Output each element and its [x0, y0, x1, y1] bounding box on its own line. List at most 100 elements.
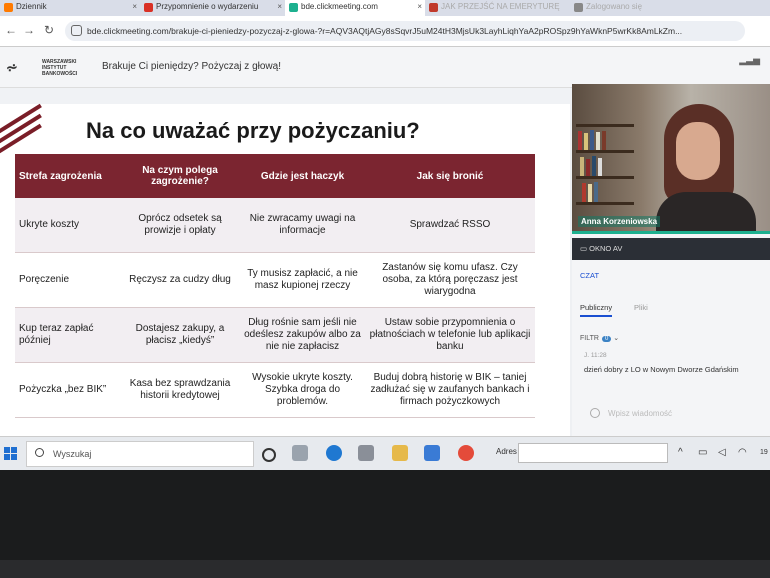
- url-field[interactable]: bde.clickmeeting.com/brakuje-ci-pieniedz…: [65, 21, 745, 41]
- wifi-icon[interactable]: ◠: [738, 447, 747, 458]
- close-icon[interactable]: ×: [277, 0, 282, 14]
- table-cell: Dostajesz zakupy, a płacisz „kiedyś”: [120, 307, 240, 363]
- tab-przypomnienie[interactable]: Przypomnienie o wydarzeniu ×: [140, 0, 285, 16]
- table-cell: Wysokie ukryte koszty. Szybka droga do p…: [240, 362, 365, 418]
- file-explorer-icon[interactable]: [392, 445, 408, 461]
- table-cell: Ustaw sobie przypomnienia o płatnościach…: [365, 307, 535, 363]
- mail-icon[interactable]: [424, 445, 440, 461]
- tab-emerytura[interactable]: JAK PRZEJŚĆ NA EMERYTURĘ: [425, 0, 570, 16]
- presenter-video[interactable]: Anna Korzeniowska: [572, 84, 770, 234]
- browser-tab-bar: Dziennik × Przypomnienie o wydarzeniu × …: [0, 0, 770, 16]
- volume-icon[interactable]: ◁: [718, 447, 726, 458]
- tab-clickmeeting[interactable]: bde.clickmeeting.com ×: [285, 0, 425, 16]
- table-cell: Oprócz odsetek są prowizje i opłaty: [120, 198, 240, 253]
- laptop-bezel: [0, 470, 770, 578]
- windows-start-icon[interactable]: [4, 447, 18, 461]
- clickmeeting-icon: [289, 3, 298, 12]
- address-bar-row: ← → ↻ bde.clickmeeting.com/brakuje-ci-pi…: [0, 16, 770, 47]
- network-icon[interactable]: ▭: [698, 447, 707, 458]
- chat-header[interactable]: CZAT: [572, 266, 770, 286]
- table-cell: Nie zwracamy uwagi na informacje: [240, 198, 365, 253]
- book: [590, 130, 594, 150]
- book: [578, 131, 582, 150]
- bookshelf: [576, 202, 634, 205]
- close-icon[interactable]: ×: [417, 0, 422, 14]
- table-row: Ukryte koszty Oprócz odsetek są prowizje…: [15, 198, 535, 253]
- cortana-icon[interactable]: [262, 448, 276, 462]
- chevron-down-icon[interactable]: ⌄: [613, 335, 619, 342]
- book: [586, 159, 590, 176]
- back-icon[interactable]: ←: [4, 23, 18, 37]
- filter-label: FILTR: [580, 335, 599, 342]
- tab-dziennik[interactable]: Dziennik ×: [0, 0, 140, 16]
- laptop-edge: [0, 560, 770, 578]
- tab-public[interactable]: Publiczny: [580, 303, 613, 317]
- book: [582, 183, 586, 202]
- chevron-up-icon[interactable]: ^: [678, 447, 683, 458]
- dziennik-icon: [4, 3, 13, 12]
- chat-filter[interactable]: FILTR 0 ⌄: [580, 334, 619, 342]
- tab-label: JAK PRZEJŚĆ NA EMERYTURĘ: [441, 2, 560, 11]
- edge-icon[interactable]: [326, 445, 342, 461]
- clock: 19: [760, 449, 768, 456]
- address-toolbar-label: Adres: [496, 447, 517, 456]
- book: [596, 132, 600, 150]
- logo-text: WARSZAWSKI INSTYTUT BANKOWOŚCI: [42, 59, 86, 77]
- book: [598, 158, 602, 176]
- slide-title: Na co uważać przy pożyczaniu?: [86, 118, 420, 143]
- slide-top-strip: [0, 88, 570, 104]
- filter-count: 0: [601, 336, 612, 342]
- table-row: Poręczenie Ręczysz za cudzy dług Ty musi…: [15, 252, 535, 308]
- av-window-label: OKNO AV: [589, 244, 623, 253]
- search-placeholder: Wyszukaj: [53, 449, 92, 459]
- page-icon: [429, 3, 438, 12]
- chat-message: dzień dobry z LO w Nowym Dworze Gdańskim: [584, 365, 739, 374]
- table-row: Pożyczka „bez BIK” Kasa bez sprawdzania …: [15, 362, 535, 418]
- tab-label: Dziennik: [16, 2, 47, 11]
- book: [594, 182, 598, 202]
- close-icon[interactable]: ×: [132, 0, 137, 14]
- table-header-row: Strefa zagrożenia Na czym polega zagroże…: [15, 154, 535, 198]
- presenter-face: [676, 122, 720, 180]
- table-cell: Ręczysz za cudzy dług: [120, 252, 240, 308]
- tab-files[interactable]: Pliki: [634, 303, 648, 312]
- emoji-icon[interactable]: [590, 408, 600, 418]
- table-cell: Poręczenie: [15, 252, 120, 308]
- book: [588, 184, 592, 202]
- page-icon: [574, 3, 583, 12]
- reload-icon[interactable]: ↻: [42, 23, 56, 37]
- table-cell: Ty musisz zapłacić, a nie masz kupionej …: [240, 252, 365, 308]
- address-toolbar-input[interactable]: [518, 443, 668, 463]
- tab-label: Przypomnienie o wydarzeniu: [156, 2, 259, 11]
- task-view-icon[interactable]: [292, 445, 308, 461]
- meeting-header: ⩫ WARSZAWSKI INSTYTUT BANKOWOŚCI Brakuje…: [0, 47, 770, 88]
- taskbar: Wyszukaj Adres ^ ▭ ◁ ◠ 19: [0, 436, 770, 470]
- store-icon[interactable]: [358, 445, 374, 461]
- table-cell: Kasa bez sprawdzania historii kredytowej: [120, 362, 240, 418]
- table-cell: Sprawdzać RSSO: [365, 198, 535, 253]
- search-icon: [35, 448, 44, 457]
- taskbar-search[interactable]: Wyszukaj: [26, 441, 254, 467]
- table-cell: Buduj dobrą historię w BIK – taniej zadł…: [365, 362, 535, 418]
- chat-input-placeholder: Wpisz wiadomość: [608, 409, 673, 418]
- forward-icon[interactable]: →: [22, 23, 36, 37]
- table-cell: Ukryte koszty: [15, 198, 120, 253]
- tab-label: Zalogowano się: [586, 2, 643, 11]
- table-row: Kup teraz zapłać później Dostajesz zakup…: [15, 307, 535, 363]
- active-speaker-border: [572, 231, 770, 234]
- gmail-icon: [144, 3, 153, 12]
- table-cell: Pożyczka „bez BIK”: [15, 362, 120, 418]
- table-cell: Dług rośnie sam jeśli nie odeślesz zakup…: [240, 307, 365, 363]
- book: [584, 133, 588, 150]
- chat-input[interactable]: Wpisz wiadomość: [580, 406, 762, 422]
- camera-icon: ▭: [580, 244, 590, 253]
- laptop-screen: Dziennik × Przypomnienie o wydarzeniu × …: [0, 0, 770, 470]
- tab-zalogowano[interactable]: Zalogowano się: [570, 0, 720, 16]
- chrome-icon[interactable]: [458, 445, 474, 461]
- signal-bars-icon: ▂▃▅: [739, 55, 760, 65]
- site-info-icon[interactable]: [71, 25, 82, 36]
- wib-logo: ⩫ WARSZAWSKI INSTYTUT BANKOWOŚCI: [6, 55, 91, 83]
- table-cell: Zastanów się komu ufasz. Czy osoba, za k…: [365, 252, 535, 308]
- av-window-bar[interactable]: ▭ OKNO AV: [572, 238, 770, 260]
- logo-mark-icon: ⩫: [6, 59, 18, 75]
